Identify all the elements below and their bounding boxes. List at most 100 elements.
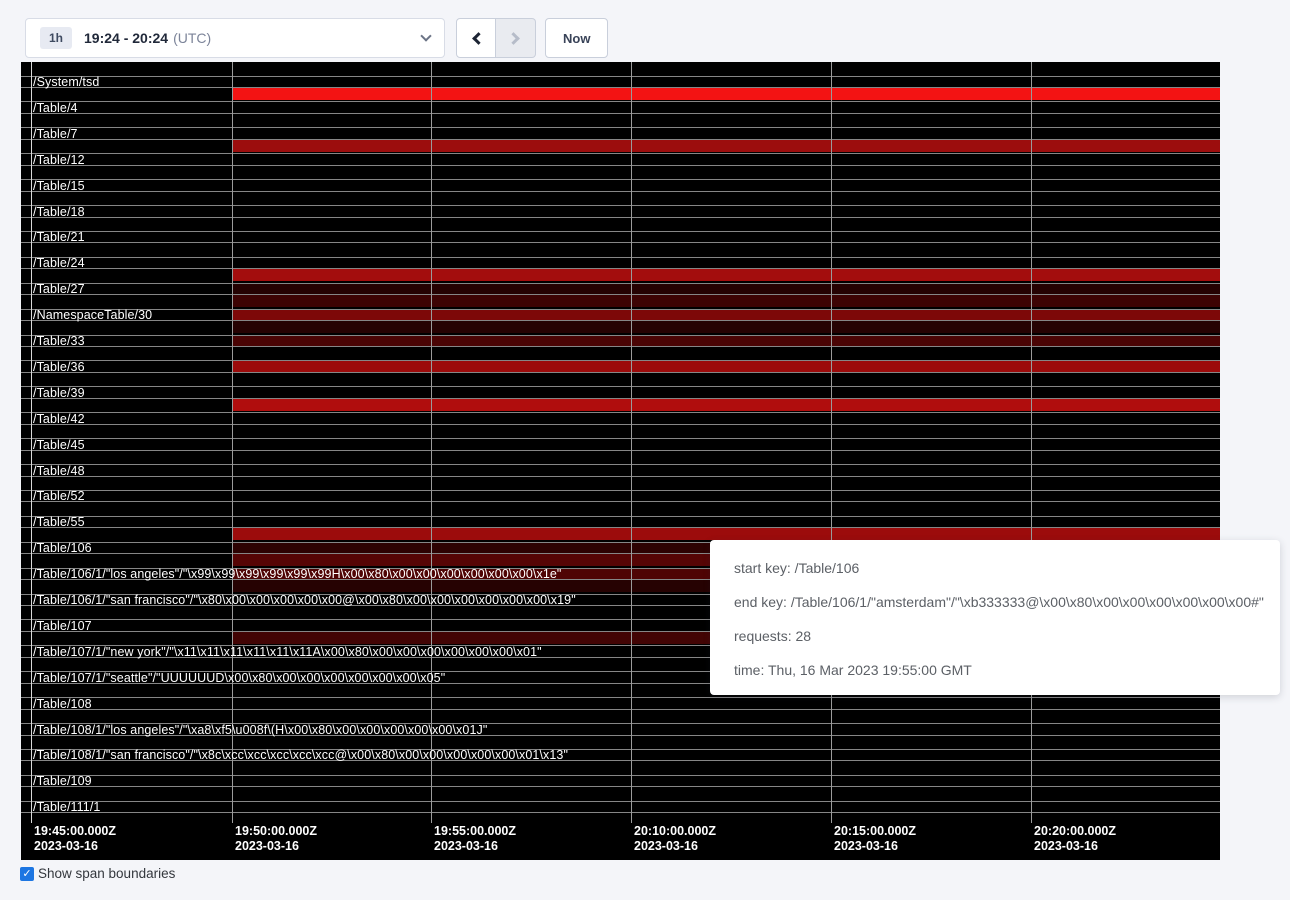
span-boundary-line	[21, 294, 1220, 295]
span-boundary-line	[21, 398, 1220, 399]
span-key-label: /Table/106/1/"los angeles"/"\x99\x99\x99…	[33, 568, 561, 581]
toolbar: 1h 19:24 - 20:24 (UTC) Now	[0, 0, 1290, 62]
heat-band[interactable]	[232, 310, 1220, 321]
span-boundary-line	[21, 812, 1220, 813]
span-key-label: /Table/107	[33, 620, 92, 633]
span-key-label: /Table/7	[33, 128, 78, 141]
span-boundary-line	[21, 516, 1220, 517]
span-key-label: /System/tsd	[33, 76, 99, 89]
span-key-label: /Table/108/1/"san francisco"/"\x8c\xcc\x…	[33, 749, 568, 762]
span-boundary-line	[21, 476, 1220, 477]
x-axis-date-label: 2023-03-16	[634, 839, 698, 854]
span-boundary-line	[21, 438, 1220, 439]
span-key-label: /Table/107/1/"seattle"/"UUUUUUD\x00\x80\…	[33, 672, 445, 685]
span-boundary-line	[21, 501, 1220, 502]
span-boundary-line	[21, 424, 1220, 425]
time-gridline	[31, 62, 32, 823]
x-axis-time-label: 20:15:00.000Z	[834, 824, 916, 839]
tooltip-requests: requests: 28	[734, 619, 1256, 653]
span-boundary-line	[21, 242, 1220, 243]
heat-band[interactable]	[232, 140, 1220, 152]
time-gridline	[232, 62, 233, 823]
heat-band[interactable]	[232, 399, 1220, 411]
span-boundary-line	[21, 346, 1220, 347]
span-boundary-line	[21, 360, 1220, 361]
span-key-label: /Table/106/1/"san francisco"/"\x80\x00\x…	[33, 594, 576, 607]
span-key-label: /NamespaceTable/30	[33, 309, 152, 322]
heat-band[interactable]	[232, 269, 1220, 281]
tooltip-start-key: start key: /Table/106	[734, 551, 1256, 585]
span-boundary-line	[21, 231, 1220, 232]
x-axis-time-label: 20:20:00.000Z	[1034, 824, 1116, 839]
span-boundary-line	[21, 101, 1220, 102]
x-axis-time-label: 20:10:00.000Z	[634, 824, 716, 839]
next-interval-button-disabled[interactable]	[496, 18, 536, 58]
span-key-label: /Table/39	[33, 387, 85, 400]
heat-band[interactable]	[232, 88, 1220, 100]
span-key-label: /Table/33	[33, 335, 85, 348]
x-axis-time-label: 19:50:00.000Z	[235, 824, 317, 839]
span-boundary-line	[21, 127, 1220, 128]
span-key-label: /Table/109	[33, 775, 92, 788]
span-boundary-line	[21, 217, 1220, 218]
prev-interval-button[interactable]	[456, 18, 496, 58]
span-boundary-line	[21, 372, 1220, 373]
span-key-label: /Table/27	[33, 283, 85, 296]
x-axis-date-label: 2023-03-16	[434, 839, 498, 854]
span-key-label: /Table/42	[33, 413, 85, 426]
span-boundary-line	[21, 775, 1220, 776]
span-key-label: /Table/108	[33, 698, 92, 711]
span-boundary-line	[21, 76, 1220, 77]
span-boundary-line	[21, 450, 1220, 451]
tooltip-time: time: Thu, 16 Mar 2023 19:55:00 GMT	[734, 653, 1256, 687]
span-key-label: /Table/106	[33, 542, 92, 555]
heat-band[interactable]	[232, 361, 1220, 372]
span-key-label: /Table/12	[33, 154, 85, 167]
span-key-label: /Table/48	[33, 465, 85, 478]
span-key-label: /Table/4	[33, 102, 78, 115]
range-timezone: (UTC)	[173, 30, 211, 46]
x-axis-date-label: 2023-03-16	[235, 839, 299, 854]
heat-band[interactable]	[232, 528, 1220, 540]
heat-band[interactable]	[232, 336, 1220, 347]
span-boundary-line	[21, 335, 1220, 336]
x-axis-date-label: 2023-03-16	[1034, 839, 1098, 854]
heat-band[interactable]	[232, 321, 1220, 333]
tooltip-end-key: end key: /Table/106/1/"amsterdam"/"\xb33…	[734, 585, 1256, 619]
span-key-label: /Table/21	[33, 231, 85, 244]
span-key-label: /Table/36	[33, 361, 85, 374]
span-key-label: /Table/52	[33, 490, 85, 503]
span-boundary-line	[21, 113, 1220, 114]
time-range-selector[interactable]: 1h 19:24 - 20:24 (UTC)	[25, 18, 445, 58]
span-boundary-line	[21, 386, 1220, 387]
heat-band[interactable]	[232, 295, 1220, 307]
show-span-boundaries-checkbox[interactable]: ✓	[20, 867, 34, 881]
time-gridline	[431, 62, 432, 823]
span-boundary-line	[21, 165, 1220, 166]
span-boundary-line	[21, 697, 1220, 698]
span-key-label: /Table/45	[33, 439, 85, 452]
x-axis-time-label: 19:45:00.000Z	[34, 824, 116, 839]
span-boundary-line	[21, 527, 1220, 528]
span-boundary-line	[21, 87, 1220, 88]
chevron-down-icon	[420, 30, 431, 41]
now-button[interactable]: Now	[545, 18, 608, 58]
heatmap-tooltip: start key: /Table/106 end key: /Table/10…	[710, 540, 1280, 695]
time-nav-group	[456, 18, 536, 58]
footer: ✓ Show span boundaries	[20, 866, 175, 881]
span-boundary-line	[21, 179, 1220, 180]
x-axis-date-label: 2023-03-16	[834, 839, 898, 854]
span-boundary-line	[21, 283, 1220, 284]
heatmap-canvas[interactable]: /System/tsd/Table/4/Table/7/Table/12/Tab…	[21, 62, 1220, 860]
span-key-label: /Table/24	[33, 257, 85, 270]
span-boundary-line	[21, 257, 1220, 258]
chevron-right-icon	[507, 32, 520, 45]
span-boundary-line	[21, 320, 1220, 321]
show-span-boundaries-label: Show span boundaries	[38, 866, 175, 881]
time-gridline	[631, 62, 632, 823]
x-axis-date-label: 2023-03-16	[34, 839, 98, 854]
span-boundary-line	[21, 464, 1220, 465]
span-boundary-line	[21, 309, 1220, 310]
span-boundary-line	[21, 786, 1220, 787]
heat-band[interactable]	[232, 284, 1220, 295]
